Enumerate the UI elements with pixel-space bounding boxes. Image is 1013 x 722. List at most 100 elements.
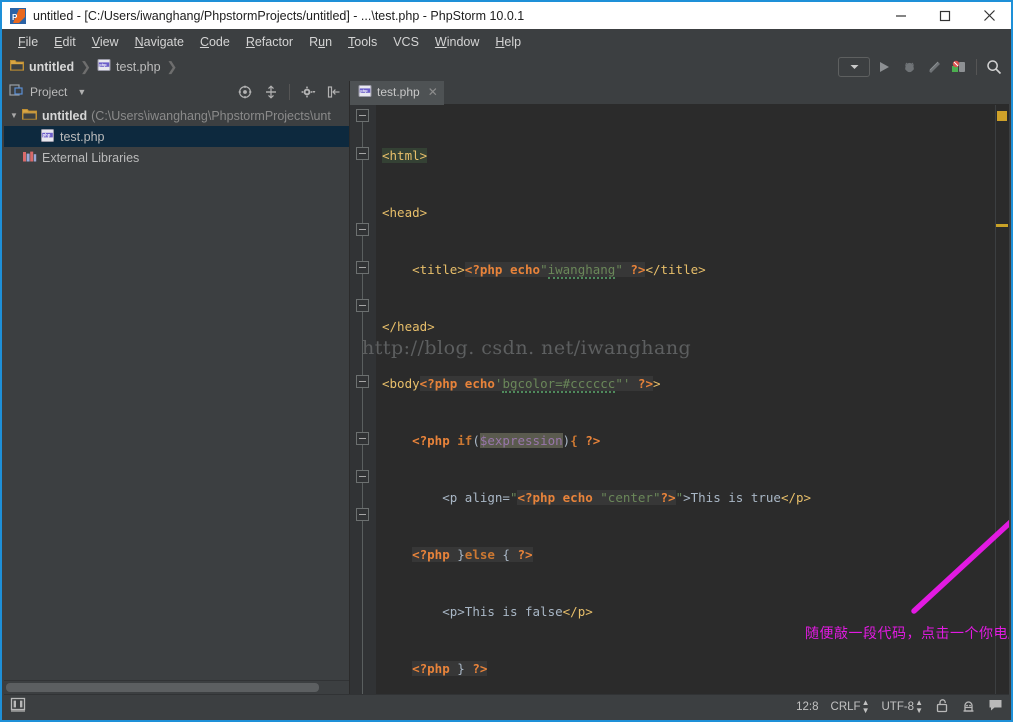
project-panel: Project ▼: [4, 81, 350, 694]
phpstorm-logo-icon: P: [10, 8, 26, 24]
code-editor[interactable]: <html> <head> <title><?php echo"iwanghan…: [350, 105, 1009, 694]
menu-navigate[interactable]: Navigate: [127, 33, 192, 51]
close-icon[interactable]: ✕: [428, 85, 438, 99]
tree-item-untitled[interactable]: ▼ untitled (C:\Users\iwanghang\PhpstormP…: [4, 105, 349, 126]
code-line: <p>This is false</p>: [376, 602, 1009, 621]
menu-file-label: ile: [26, 35, 39, 49]
editor-tabstrip: php test.php ✕: [350, 81, 1009, 105]
tab-testphp-label: test.php: [377, 85, 420, 99]
inspector-icon[interactable]: [961, 698, 976, 716]
menu-view[interactable]: View: [84, 33, 127, 51]
breadcrumb-untitled[interactable]: untitled: [10, 59, 74, 74]
menu-tools[interactable]: Tools: [340, 33, 385, 51]
menu-code[interactable]: Code: [192, 33, 238, 51]
svg-text:P: P: [12, 13, 18, 22]
title-bar: P untitled - [C:/Users/iwanghang/Phpstor…: [2, 2, 1011, 29]
breadcrumb-testphp[interactable]: php test.php: [97, 58, 160, 75]
code-line: <?php if($expression){ ?>: [376, 431, 1009, 450]
encoding-selector[interactable]: UTF-8 ▲▼: [881, 699, 923, 715]
breadcrumb-testphp-label: test.php: [116, 60, 160, 74]
line-separator-selector[interactable]: CRLF ▲▼: [831, 699, 870, 715]
code-line: </head>: [376, 317, 1009, 336]
change-marker[interactable]: [996, 224, 1008, 227]
lock-icon[interactable]: [935, 698, 949, 716]
encoding-label: UTF-8: [881, 701, 914, 713]
project-panel-title: Project: [30, 85, 67, 99]
tree-item-untitled-path: (C:\Users\iwanghang\PhpstormProjects\unt: [91, 109, 331, 123]
menu-window[interactable]: Window: [427, 33, 487, 51]
folder-icon: [22, 108, 37, 123]
tree-item-testphp[interactable]: php test.php: [4, 126, 349, 147]
debug-icon[interactable]: [898, 57, 920, 77]
warning-marker[interactable]: [997, 111, 1007, 121]
line-separator-label: CRLF: [831, 701, 861, 713]
profile-icon[interactable]: [948, 57, 970, 77]
svg-text:php: php: [43, 132, 51, 137]
collapse-all-icon[interactable]: [260, 82, 282, 102]
fold-marker[interactable]: [356, 147, 369, 160]
menu-refactor[interactable]: Refactor: [238, 33, 301, 51]
status-bar-left: [10, 697, 26, 717]
tree-item-external-libraries[interactable]: External Libraries: [4, 147, 349, 168]
fold-marker[interactable]: [356, 508, 369, 521]
project-view-icon: [9, 83, 24, 102]
close-button[interactable]: [967, 2, 1011, 29]
project-toolbar-separator: [289, 84, 290, 100]
editor-gutter[interactable]: [350, 105, 376, 694]
fold-marker[interactable]: [356, 223, 369, 236]
main-content: Project ▼: [4, 81, 1009, 694]
fold-marker[interactable]: [356, 470, 369, 483]
run-icon[interactable]: [873, 57, 895, 77]
project-tree: ▼ untitled (C:\Users\iwanghang\PhpstormP…: [4, 103, 349, 680]
fold-marker[interactable]: [356, 261, 369, 274]
tab-testphp[interactable]: php test.php ✕: [350, 81, 444, 105]
editor-marker-bar[interactable]: [995, 105, 1009, 694]
php-file-icon: php: [358, 84, 372, 101]
tree-item-testphp-label: test.php: [60, 130, 104, 144]
caret-position[interactable]: 12:8: [796, 701, 818, 713]
status-bar: 12:8 CRLF ▲▼ UTF-8 ▲▼: [4, 694, 1009, 718]
fold-marker[interactable]: [356, 299, 369, 312]
svg-text:php: php: [360, 88, 368, 93]
updown-icon: ▲▼: [862, 699, 870, 715]
code-line: <p align="<?php echo "center"?>">This is…: [376, 488, 1009, 507]
coverage-icon[interactable]: [923, 57, 945, 77]
code-line: <?php } ?>: [376, 659, 1009, 678]
php-file-icon: php: [97, 58, 111, 75]
menu-vcs[interactable]: VCS: [385, 33, 427, 51]
fold-marker[interactable]: [356, 109, 369, 122]
navigation-bar: untitled ❯ php test.php ❯: [2, 54, 1011, 79]
scrollbar-thumb[interactable]: [6, 683, 319, 692]
maximize-button[interactable]: [923, 2, 967, 29]
menu-vcs-label: VCS: [393, 35, 419, 49]
svg-text:php: php: [99, 62, 107, 67]
menu-file[interactable]: File: [10, 33, 46, 51]
tabstrip-filler: [444, 81, 1009, 105]
fold-marker[interactable]: [356, 432, 369, 445]
hide-panel-icon[interactable]: [323, 82, 345, 102]
project-panel-hscrollbar[interactable]: [4, 680, 349, 694]
navbar-toolbar: [838, 54, 1005, 79]
minimize-button[interactable]: [879, 2, 923, 29]
project-panel-header[interactable]: Project ▼: [4, 81, 349, 103]
fold-marker[interactable]: [356, 375, 369, 388]
code-line: <head>: [376, 203, 1009, 222]
menu-help[interactable]: Help: [487, 33, 529, 51]
toggle-toolbar-icon[interactable]: [10, 697, 26, 717]
code-line: <?php }else { ?>: [376, 545, 1009, 564]
code-lines[interactable]: <html> <head> <title><?php echo"iwanghan…: [376, 105, 1009, 694]
search-icon[interactable]: [983, 57, 1005, 77]
menu-run[interactable]: Run: [301, 33, 340, 51]
gear-icon[interactable]: [297, 82, 319, 102]
event-log-icon[interactable]: [988, 698, 1003, 715]
editor-area: php test.php ✕: [350, 81, 1009, 694]
folder-icon: [10, 59, 24, 74]
run-configuration-selector[interactable]: [838, 57, 870, 77]
target-icon[interactable]: [234, 82, 256, 102]
chevron-down-icon[interactable]: ▼: [77, 87, 86, 97]
code-line: <html>: [376, 146, 1009, 165]
menu-edit[interactable]: Edit: [46, 33, 84, 51]
expand-arrow-icon[interactable]: ▼: [10, 111, 22, 120]
tree-item-untitled-label: untitled: [42, 109, 87, 123]
window-title: untitled - [C:/Users/iwanghang/PhpstormP…: [33, 9, 524, 23]
